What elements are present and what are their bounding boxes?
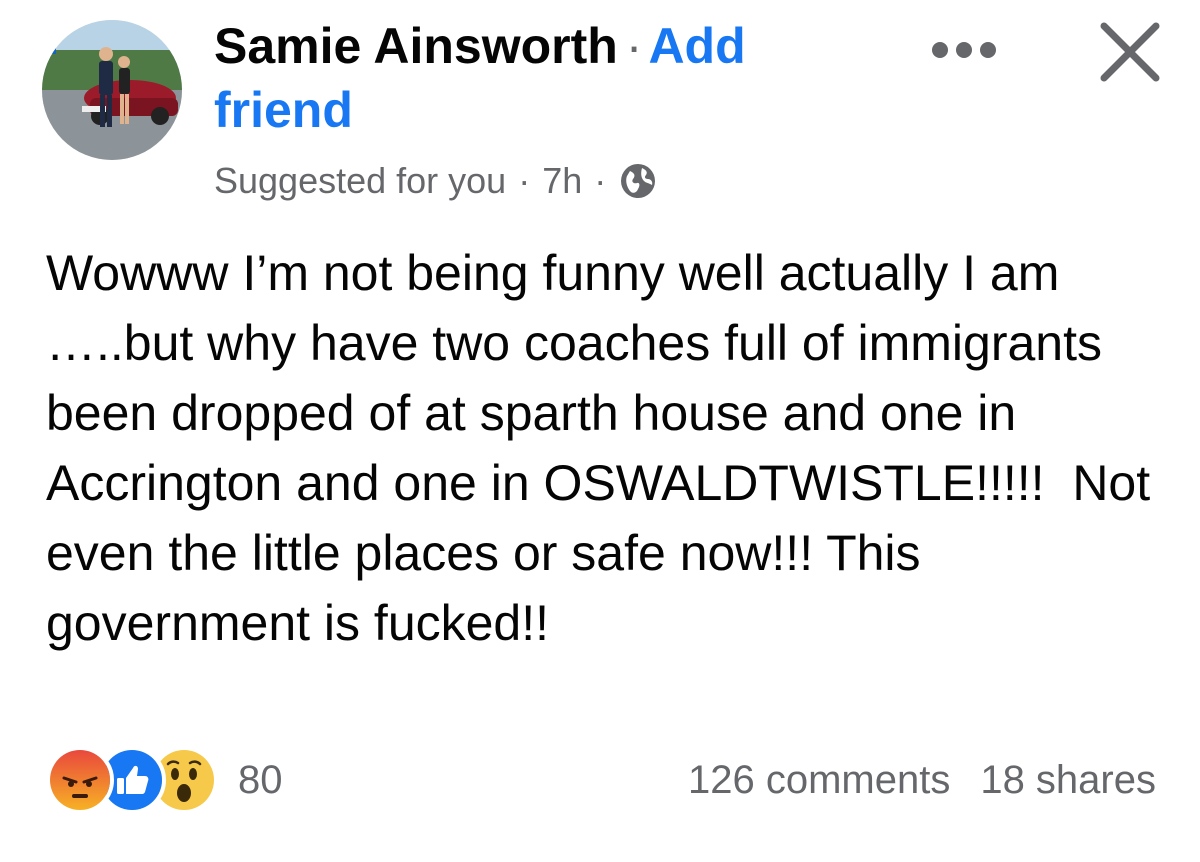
post-body-text: Wowww I’m not being funny well actually … bbox=[46, 245, 1165, 651]
angry-reaction-icon bbox=[46, 746, 114, 814]
comments-count-link[interactable]: 126 comments bbox=[688, 752, 950, 808]
globe-icon[interactable] bbox=[618, 161, 658, 201]
meta-separator: · bbox=[594, 160, 607, 201]
feed-post: Samie Ainsworth · Add friend Suggested for… bbox=[0, 0, 1200, 862]
more-options-button[interactable] bbox=[926, 22, 1002, 78]
shares-count-link[interactable]: 18 shares bbox=[980, 752, 1156, 808]
close-icon bbox=[1100, 22, 1160, 82]
post-timestamp[interactable]: 7h bbox=[542, 158, 582, 204]
reactions-summary[interactable]: 80 bbox=[46, 746, 283, 814]
reaction-count: 80 bbox=[238, 757, 283, 802]
meta-separator: · bbox=[518, 160, 531, 201]
reaction-icons bbox=[46, 746, 218, 814]
close-button[interactable] bbox=[1090, 12, 1170, 92]
title-separator: · bbox=[625, 18, 643, 74]
author-name[interactable]: Samie Ainsworth bbox=[214, 18, 618, 74]
suggested-label: Suggested for you bbox=[214, 160, 507, 201]
post-header-title: Samie Ainsworth · Add friend bbox=[214, 14, 834, 142]
more-horizontal-icon bbox=[932, 42, 996, 58]
post-meta: Suggested for you · 7h · bbox=[214, 158, 658, 204]
engagement-stats: 126 comments 18 shares bbox=[688, 752, 1156, 808]
author-avatar[interactable] bbox=[42, 20, 182, 160]
